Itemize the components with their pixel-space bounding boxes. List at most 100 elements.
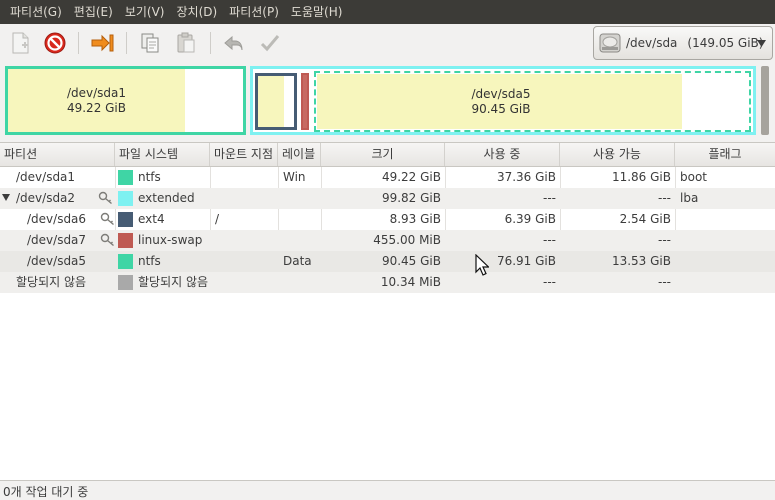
diskmap-partition-name: /dev/sda5: [471, 86, 531, 101]
size: 90.45 GiB: [381, 254, 441, 268]
key-icon: [98, 191, 112, 205]
partition-name: /dev/sda7: [27, 233, 87, 247]
menu-view[interactable]: 보기(V): [119, 0, 171, 24]
menu-device[interactable]: 장치(D): [170, 0, 223, 24]
table-row[interactable]: /dev/sda6 ext4 / 8.93 GiB 6.39 GiB 2.54 …: [0, 209, 775, 230]
unused: ---: [658, 233, 671, 247]
diskmap-scrollbar[interactable]: [761, 66, 769, 135]
unused: ---: [658, 275, 671, 289]
column-header-used[interactable]: 사용 중: [445, 143, 560, 166]
new-partition-icon: [12, 32, 29, 54]
table-header: 파티션 파일 시스템 마운트 지점 레이블 크기 사용 중 사용 가능 플래그: [0, 143, 775, 167]
diskmap-partition-sda6[interactable]: [255, 73, 297, 130]
used: 6.39 GiB: [504, 212, 556, 226]
size: 99.82 GiB: [381, 191, 441, 205]
mount-point: /: [215, 212, 220, 226]
expander-triangle-icon[interactable]: [2, 194, 10, 202]
pending-operations-status: 0개 작업 대기 중: [3, 485, 89, 499]
key-icon: [100, 212, 114, 226]
new-partition-button[interactable]: [6, 29, 34, 57]
harddisk-icon: [599, 33, 621, 53]
device-name: /dev/sda: [626, 36, 678, 50]
column-header-partition[interactable]: 파티션: [0, 143, 115, 166]
flags: boot: [680, 170, 708, 184]
copy-button[interactable]: [136, 29, 164, 57]
menubar: 파티션(G) 편집(E) 보기(V) 장치(D) 파티션(P) 도움말(H): [0, 0, 775, 24]
fs-color-swatch: [118, 212, 133, 227]
fs-color-swatch: [118, 275, 133, 290]
size: 8.93 GiB: [389, 212, 441, 226]
menu-help[interactable]: 도움말(H): [285, 0, 349, 24]
filesystem: 할당되지 않음: [138, 275, 209, 289]
column-header-size[interactable]: 크기: [321, 143, 445, 166]
label: Win: [283, 170, 306, 184]
delete-button[interactable]: [41, 29, 69, 57]
filesystem: linux-swap: [138, 233, 203, 247]
column-header-unused[interactable]: 사용 가능: [560, 143, 675, 166]
table-row[interactable]: /dev/sda1 ntfs Win 49.22 GiB 37.36 GiB 1…: [0, 167, 775, 188]
device-size: (149.05 GiB): [687, 36, 764, 50]
unused: 2.54 GiB: [619, 212, 671, 226]
undo-button[interactable]: [220, 29, 248, 57]
toolbar-separator: [78, 32, 79, 54]
used-space-bar: [258, 76, 284, 127]
diskmap-partition-size: 49.22 GiB: [66, 100, 127, 115]
size: 49.22 GiB: [381, 170, 441, 184]
fs-color-swatch: [118, 170, 133, 185]
resize-move-button[interactable]: [88, 29, 116, 57]
device-selector[interactable]: /dev/sda (149.05 GiB): [593, 26, 773, 60]
chevron-down-icon: [757, 40, 766, 47]
key-icon: [100, 233, 114, 247]
used: ---: [543, 233, 556, 247]
table-row[interactable]: /dev/sda2 extended 99.82 GiB --- --- lba: [0, 188, 775, 209]
status-bar: 0개 작업 대기 중: [0, 480, 775, 500]
mouse-cursor-icon: [475, 254, 489, 276]
table-row[interactable]: /dev/sda5 ntfs Data 90.45 GiB 76.91 GiB …: [0, 251, 775, 272]
undo-icon: [224, 35, 243, 51]
paste-button[interactable]: [172, 29, 200, 57]
partition-name: /dev/sda6: [27, 212, 87, 226]
flags: lba: [680, 191, 699, 205]
table-row[interactable]: 할당되지 않음 할당되지 않음 10.34 MiB --- ---: [0, 272, 775, 293]
table-row[interactable]: /dev/sda7 linux-swap 455.00 MiB --- ---: [0, 230, 775, 251]
used: ---: [543, 191, 556, 205]
column-header-filesystem[interactable]: 파일 시스템: [115, 143, 210, 166]
partition-name: 할당되지 않음: [16, 275, 87, 289]
copy-icon: [141, 33, 159, 53]
partition-name: /dev/sda2: [16, 191, 76, 205]
apply-icon: [260, 35, 280, 52]
filesystem: ntfs: [138, 254, 161, 268]
filesystem: ntfs: [138, 170, 161, 184]
partition-name: /dev/sda1: [16, 170, 76, 184]
diskmap-partition-sda1[interactable]: /dev/sda1 49.22 GiB: [5, 66, 246, 135]
label: Data: [283, 254, 312, 268]
delete-icon: [44, 32, 66, 54]
diskmap-partition-name: /dev/sda1: [66, 85, 127, 100]
column-header-label[interactable]: 레이블: [278, 143, 321, 166]
toolbar-separator: [210, 32, 211, 54]
column-header-flags[interactable]: 플래그: [675, 143, 775, 166]
fs-color-swatch: [118, 254, 133, 269]
fs-color-swatch: [118, 191, 133, 206]
used: 37.36 GiB: [496, 170, 556, 184]
column-header-mountpoint[interactable]: 마운트 지점: [210, 143, 278, 166]
menu-partition[interactable]: 파티션(P): [223, 0, 285, 24]
unused: 13.53 GiB: [611, 254, 671, 268]
paste-icon: [177, 32, 195, 53]
diskmap-partition-extended[interactable]: /dev/sda5 90.45 GiB: [250, 66, 756, 135]
diskmap-partition-size: 90.45 GiB: [471, 101, 531, 116]
menu-edit[interactable]: 편집(E): [68, 0, 119, 24]
size: 455.00 MiB: [373, 233, 441, 247]
fs-color-swatch: [118, 233, 133, 248]
diskmap-partition-sda5[interactable]: /dev/sda5 90.45 GiB: [314, 71, 751, 132]
unused: 11.86 GiB: [611, 170, 671, 184]
used: 76.91 GiB: [496, 254, 556, 268]
used: ---: [543, 275, 556, 289]
diskmap-partition-sda7[interactable]: [301, 73, 309, 130]
resize-move-icon: [91, 34, 114, 52]
disk-map: /dev/sda1 49.22 GiB /dev/sda5 90.45 GiB: [0, 62, 775, 140]
menu-gparted[interactable]: 파티션(G): [4, 0, 68, 24]
size: 10.34 MiB: [380, 275, 441, 289]
apply-button[interactable]: [256, 29, 284, 57]
partition-table: 파티션 파일 시스템 마운트 지점 레이블 크기 사용 중 사용 가능 플래그 …: [0, 142, 775, 480]
